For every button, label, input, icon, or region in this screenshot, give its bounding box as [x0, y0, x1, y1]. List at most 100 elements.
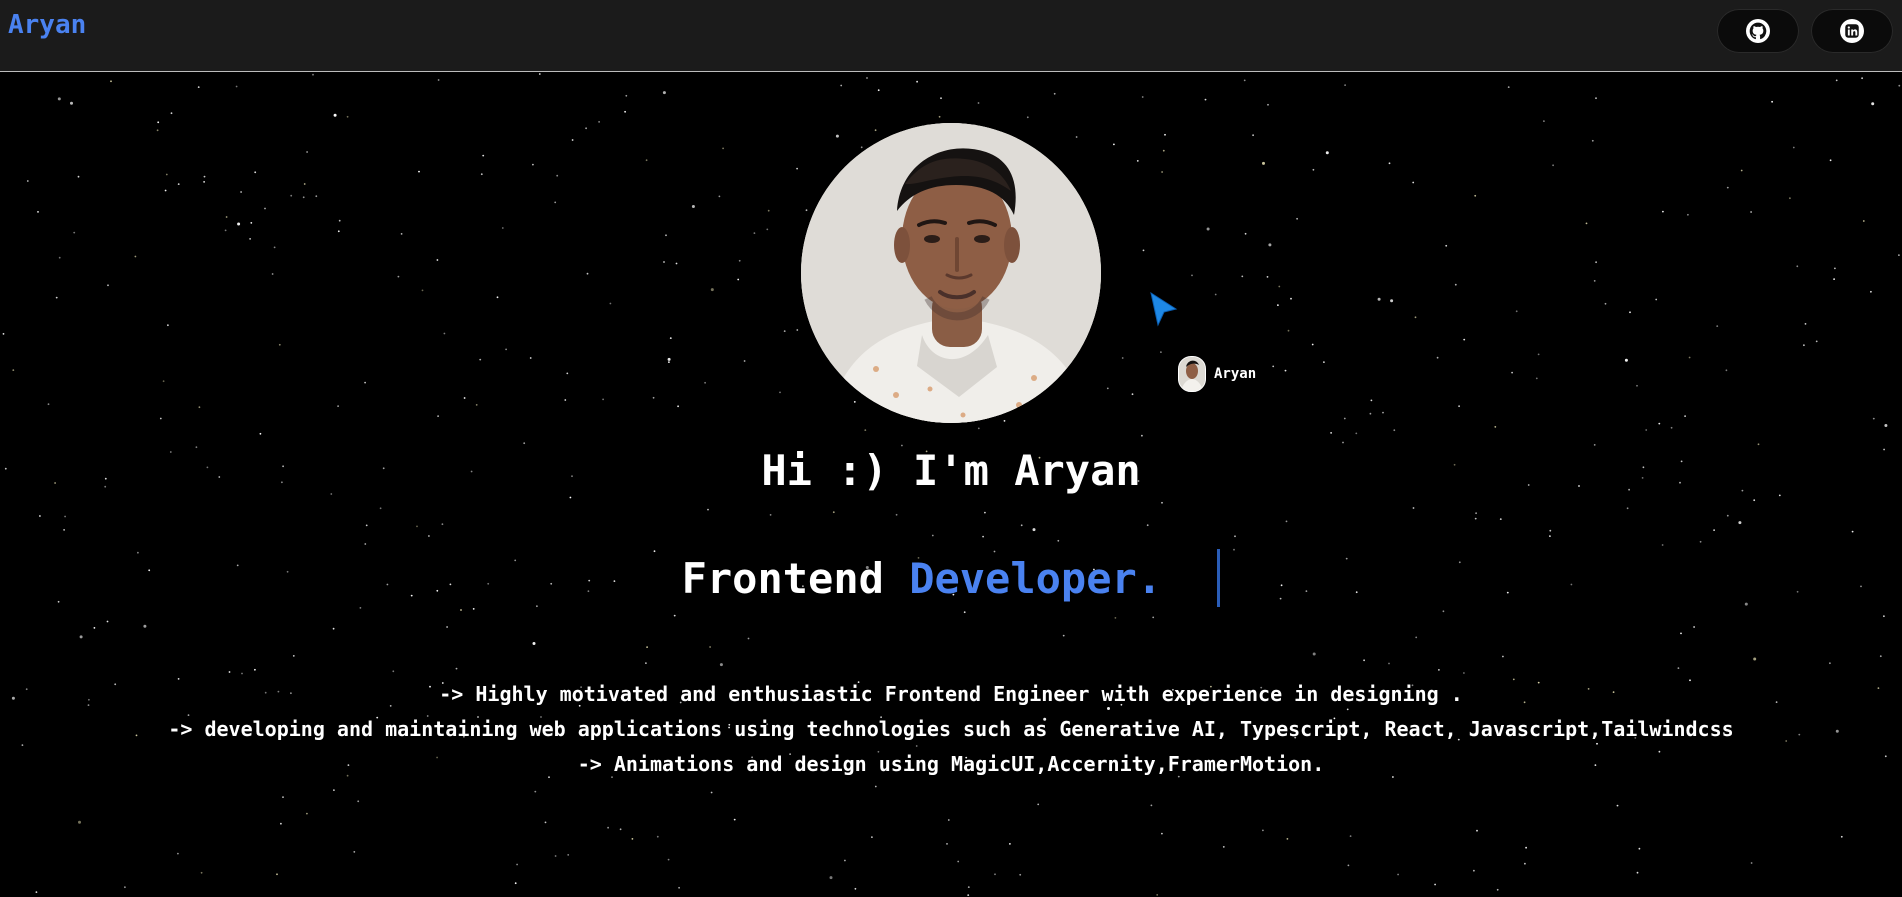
star: [977, 102, 980, 104]
star: [1861, 77, 1863, 80]
star: [586, 272, 589, 275]
star: [1515, 310, 1518, 313]
star: [753, 232, 756, 235]
star: [1222, 846, 1225, 848]
star: [333, 113, 337, 117]
star: [1636, 871, 1639, 874]
star: [783, 330, 786, 332]
star: [1206, 227, 1210, 231]
brand-logo-link[interactable]: Aryan: [8, 10, 86, 40]
star: [1150, 804, 1153, 807]
star: [1862, 220, 1865, 222]
star: [967, 886, 970, 888]
star: [544, 821, 547, 824]
star: [1463, 672, 1465, 674]
star: [1284, 369, 1287, 372]
star: [866, 77, 868, 79]
star: [947, 819, 950, 821]
star: [306, 151, 308, 153]
star: [280, 822, 282, 825]
star: [1382, 411, 1384, 414]
star: [312, 73, 314, 76]
star: [124, 886, 126, 889]
star: [1414, 316, 1417, 319]
star: [1851, 530, 1854, 533]
star: [276, 873, 278, 876]
linkedin-button[interactable]: [1811, 9, 1893, 53]
star: [1009, 843, 1011, 845]
star: [554, 201, 557, 204]
star: [1296, 217, 1298, 220]
star: [479, 358, 482, 361]
star: [338, 219, 341, 222]
star: [737, 278, 740, 281]
star: [2, 333, 5, 335]
star: [302, 196, 305, 199]
star: [292, 655, 295, 657]
bio-section: -> Highly motivated and enthusiastic Fro…: [0, 677, 1902, 782]
star: [460, 609, 462, 611]
star: [400, 233, 403, 235]
star: [1511, 371, 1513, 374]
star: [645, 159, 648, 162]
star: [598, 121, 600, 123]
star: [835, 134, 839, 138]
star: [475, 404, 478, 406]
star: [26, 180, 29, 182]
bio-line-1: -> Highly motivated and enthusiastic Fro…: [439, 682, 1463, 706]
star: [505, 348, 507, 351]
star: [1829, 159, 1832, 162]
star: [235, 85, 238, 88]
star: [1789, 197, 1791, 200]
star: [1740, 169, 1743, 172]
star: [663, 261, 665, 263]
star: [1388, 162, 1391, 165]
star: [1136, 160, 1139, 162]
star: [1377, 297, 1381, 301]
star: [1369, 412, 1372, 415]
role-prefix: Frontend: [681, 554, 884, 603]
star: [1161, 832, 1163, 835]
star: [534, 790, 537, 793]
star: [1593, 280, 1596, 282]
star: [1252, 134, 1254, 137]
star: [1655, 298, 1658, 301]
star: [1687, 213, 1689, 216]
star: [1363, 659, 1365, 662]
star: [678, 886, 680, 889]
star: [134, 255, 137, 258]
github-button[interactable]: [1717, 9, 1799, 53]
star: [1262, 829, 1264, 832]
star: [1397, 873, 1399, 876]
star: [538, 73, 541, 75]
star: [1476, 829, 1478, 832]
star: [585, 127, 587, 130]
star: [719, 663, 723, 667]
star: [1388, 662, 1390, 665]
star: [1152, 616, 1155, 619]
star: [1268, 243, 1272, 247]
star: [143, 624, 147, 628]
star: [1278, 285, 1281, 288]
star: [1343, 417, 1346, 420]
star: [237, 222, 241, 226]
star: [1680, 632, 1682, 635]
role-heading: Frontend Developer.: [0, 549, 1902, 607]
star: [767, 209, 770, 212]
star: [1114, 617, 1117, 619]
star: [967, 894, 970, 896]
star: [796, 329, 799, 331]
star: [93, 627, 96, 629]
star: [278, 343, 281, 346]
star: [1214, 293, 1217, 296]
star: [564, 399, 567, 401]
star: [1840, 835, 1843, 838]
star: [871, 836, 873, 838]
star: [315, 195, 318, 198]
star: [607, 826, 609, 829]
star: [1164, 133, 1166, 136]
star: [364, 381, 366, 384]
star: [64, 515, 66, 518]
star: [1549, 535, 1551, 537]
star: [1037, 803, 1040, 806]
